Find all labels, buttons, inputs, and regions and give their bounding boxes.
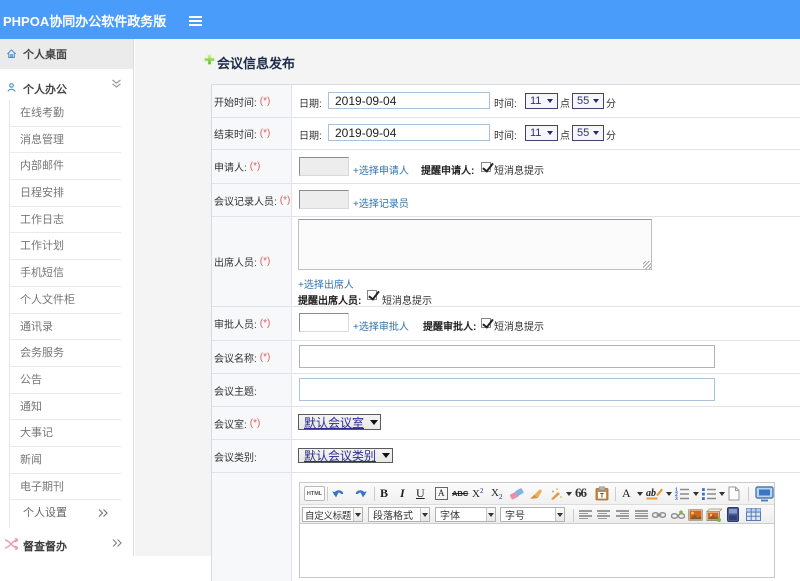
- svg-text:3: 3: [675, 497, 678, 501]
- svg-text:ab: ab: [646, 488, 656, 499]
- svg-text:T: T: [600, 494, 604, 500]
